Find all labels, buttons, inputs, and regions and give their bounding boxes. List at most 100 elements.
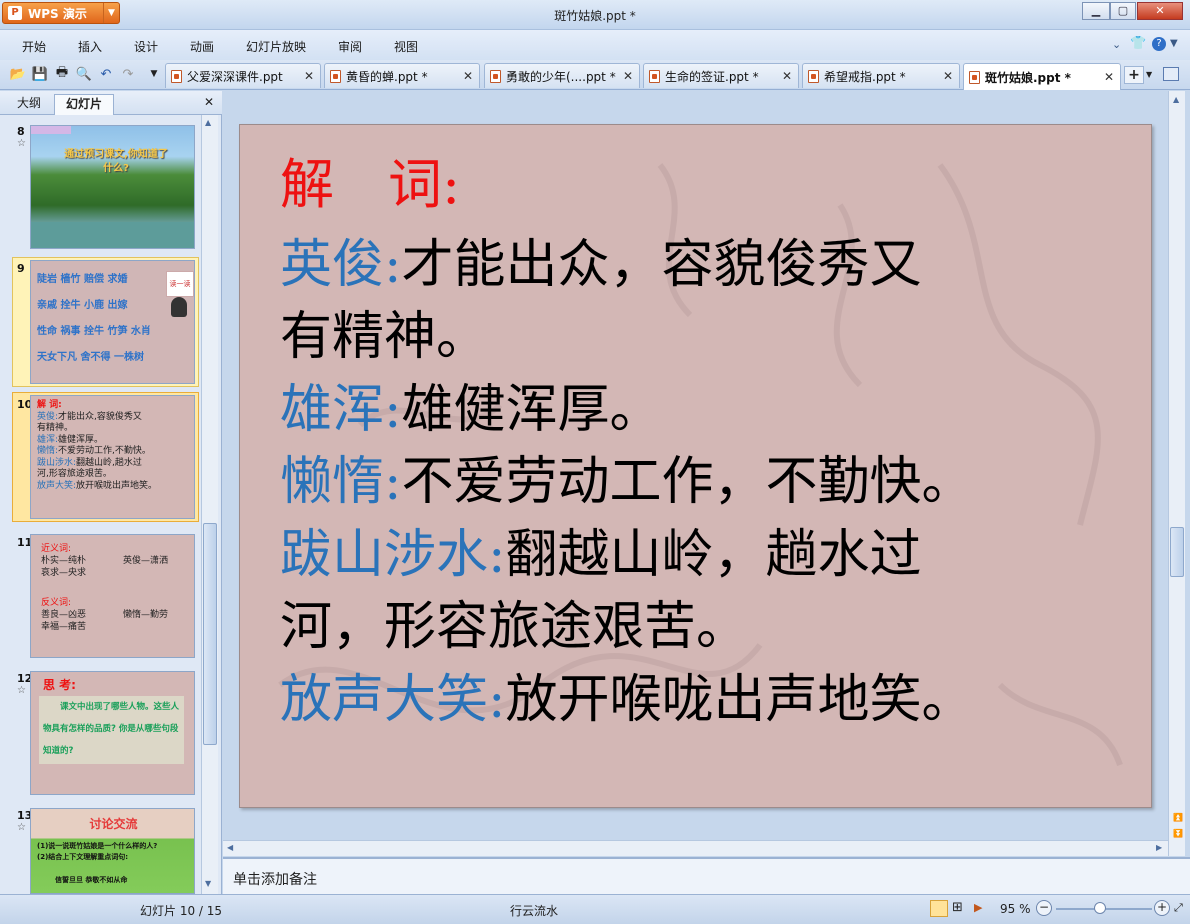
tab-doc-3[interactable]: 勇敢的少年(....ppt * ✕ — [484, 63, 640, 88]
next-slide-icon[interactable]: ⏬ — [1173, 829, 1183, 838]
slideshow-icon[interactable]: ▶ — [974, 900, 990, 916]
menu-insert[interactable]: 插入 — [78, 38, 102, 55]
ppt-file-icon — [171, 69, 182, 83]
scroll-left-icon[interactable]: ◀ — [227, 843, 233, 852]
notes-placeholder: 单击添加备注 — [233, 872, 317, 888]
close-tab-icon[interactable]: ✕ — [462, 69, 474, 83]
wps-menu-button[interactable]: P WPS 演示 ▼ — [2, 2, 120, 24]
zoom-in-icon[interactable]: + — [1154, 900, 1170, 916]
scroll-up-icon[interactable]: ▲ — [205, 118, 211, 127]
menu-home[interactable]: 开始 — [22, 38, 46, 55]
redo-icon[interactable]: ↷ — [120, 66, 136, 82]
slide-thumbnail-12[interactable]: 思 考: 课文中出现了哪些人物。这些人物具有怎样的品质? 你是从哪些句段知道的? — [30, 671, 195, 795]
panel-scrollbar[interactable]: ▲ ▼ — [201, 115, 218, 894]
thumb-line: 英俊:才能出众,容貌俊秀又 — [37, 411, 142, 422]
maximize-button[interactable]: ▢ — [1110, 2, 1136, 20]
prev-slide-icon[interactable]: ⏫ — [1173, 813, 1183, 822]
skin-icon[interactable]: 👕 — [1130, 36, 1146, 51]
menu-view[interactable]: 视图 — [394, 38, 418, 55]
panel-header: 大纲 幻灯片 ✕ — [0, 91, 222, 115]
chevron-down-icon[interactable]: ▼ — [103, 3, 119, 23]
menu-slideshow[interactable]: 幻灯片放映 — [246, 38, 306, 55]
chevron-down-icon[interactable]: ▼ — [1170, 38, 1178, 49]
slide-heading: 解 词: — [280, 153, 461, 216]
tab-label: 黄昏的蝉.ppt * — [346, 69, 428, 84]
slide-row: 懒惰:不爱劳动工作，不勤快。 — [280, 452, 974, 512]
close-panel-icon[interactable]: ✕ — [204, 95, 214, 109]
tab-doc-4[interactable]: 生命的签证.ppt * ✕ — [643, 63, 799, 88]
thumb-text: 课文中出现了哪些人物。这些人物具有怎样的品质? 你是从哪些句段知道的? — [39, 696, 184, 764]
close-button[interactable]: ✕ — [1137, 2, 1183, 20]
scroll-thumb[interactable] — [1170, 527, 1184, 577]
tab-doc-2[interactable]: 黄昏的蝉.ppt * ✕ — [324, 63, 480, 88]
thumb-line: 哀求—央求 — [41, 568, 87, 578]
window-title: 斑竹姑娘.ppt * — [554, 9, 636, 23]
definition: 不爱劳动工作，不勤快。 — [401, 452, 974, 512]
customize-toolbar-icon[interactable]: ▼ — [146, 66, 162, 82]
tab-doc-1[interactable]: 父爱深深课件.ppt ✕ — [165, 63, 321, 88]
close-tab-icon[interactable]: ✕ — [942, 69, 954, 83]
status-bar: 幻灯片 10 / 15 行云流水 ⊞ ▶ 95 % − + ⤢ — [0, 894, 1190, 924]
menu-design[interactable]: 设计 — [134, 38, 158, 55]
term: 懒惰: — [280, 452, 402, 512]
scroll-right-icon[interactable]: ▶ — [1156, 843, 1162, 852]
help-icon[interactable]: ? — [1152, 37, 1166, 51]
thumb-line: 幸福—痛苦 — [41, 622, 87, 632]
slide-thumbnail-9[interactable]: 陡岩 樯竹 赔偿 求婚 亲戚 拴牛 小鹿 出嫁 性命 祸事 拴牛 竹笋 水肖 天… — [30, 260, 195, 384]
scroll-thumb[interactable] — [203, 523, 217, 745]
fit-window-icon[interactable]: ⤢ — [1174, 901, 1183, 915]
save-icon[interactable]: 💾 — [32, 66, 48, 82]
minimize-button[interactable]: ▁ — [1082, 2, 1110, 20]
menu-animation[interactable]: 动画 — [190, 38, 214, 55]
zoom-slider-thumb[interactable] — [1094, 902, 1106, 914]
menu-review[interactable]: 审阅 — [338, 38, 362, 55]
thumb-number: 9 — [17, 262, 25, 275]
definition: 放开喉咙出声地笑。 — [505, 670, 974, 730]
thumb-line: 天女下凡 舍不得 一株树 — [37, 352, 144, 363]
thumb-line: 亲戚 拴牛 小鹿 出嫁 — [37, 300, 128, 311]
new-tab-button[interactable]: + — [1124, 66, 1144, 84]
print-icon[interactable]: 🖶 — [54, 65, 70, 82]
undo-icon[interactable]: ↶ — [98, 66, 114, 82]
definition: 才能出众，容貌俊秀又 — [401, 235, 922, 295]
scroll-down-icon[interactable]: ▼ — [205, 879, 211, 888]
slide-row: 雄浑:雄健浑厚。 — [280, 380, 662, 440]
close-tab-icon[interactable]: ✕ — [1103, 70, 1115, 84]
thumb-line: 懒惰:不爱劳动工作,不勤快。 — [37, 446, 151, 456]
slide-row: 有精神。 — [280, 307, 488, 367]
thumb-line: 有精神。 — [37, 423, 74, 433]
chevron-down-icon[interactable]: ▼ — [1146, 70, 1152, 79]
definition: 有精神。 — [280, 307, 489, 367]
tab-list-icon[interactable] — [1163, 67, 1179, 81]
close-tab-icon[interactable]: ✕ — [622, 69, 634, 83]
horizontal-scrollbar[interactable]: ◀ ▶ — [223, 840, 1168, 856]
tab-label: 斑竹姑娘.ppt * — [985, 70, 1071, 85]
slide-thumbnail-11[interactable]: 近义词: 朴实—纯朴 英俊—潇洒 哀求—央求 反义词: 善良—凶恶 懒惰—勤劳 … — [30, 534, 195, 658]
tab-label: 希望戒指.ppt * — [824, 69, 906, 84]
slide-sorter-icon[interactable]: ⊞ — [952, 900, 968, 916]
thumb-line: 信誓旦旦 恭敬不如从命 — [55, 876, 128, 884]
slide-thumbnail-10[interactable]: 解 词: 英俊:才能出众,容貌俊秀又 有精神。 雄浑:雄健浑厚。 懒惰:不爱劳动… — [30, 395, 195, 519]
print-preview-icon[interactable]: 🔍 — [76, 66, 92, 82]
close-tab-icon[interactable]: ✕ — [303, 69, 315, 83]
slide-thumbnail-13[interactable]: 讨论交流 (1)说一说斑竹姑娘是一个什么样的人? (2)结合上下文理解重点词句:… — [30, 808, 195, 894]
thumb-items: (1)说一说斑竹姑娘是一个什么样的人? (2)结合上下文理解重点词句: — [37, 841, 157, 863]
thumb-line: 英俊—潇洒 — [123, 556, 169, 566]
slide-row: 跋山涉水:翻越山岭，趟水过 — [280, 525, 922, 585]
collapse-ribbon-icon[interactable]: ⌄ — [1112, 38, 1121, 51]
normal-view-icon[interactable] — [930, 900, 948, 917]
tab-doc-5[interactable]: 希望戒指.ppt * ✕ — [802, 63, 960, 88]
slide-thumbnail-8[interactable]: 通过预习课文,你知道了什么? — [30, 125, 195, 249]
tab-doc-active[interactable]: 斑竹姑娘.ppt * ✕ — [963, 63, 1121, 90]
notes-pane[interactable]: 单击添加备注 — [223, 857, 1190, 894]
tab-outline[interactable]: 大纲 — [6, 94, 52, 115]
slide-row: 河，形容旅途艰苦。 — [280, 597, 748, 657]
scroll-up-icon[interactable]: ▲ — [1173, 95, 1179, 104]
close-tab-icon[interactable]: ✕ — [781, 69, 793, 83]
vertical-scrollbar[interactable]: ▲ ⏫ ⏬ — [1168, 91, 1185, 856]
app-brand: WPS 演示 — [28, 6, 87, 21]
zoom-out-icon[interactable]: − — [1036, 900, 1052, 916]
current-slide[interactable]: 解 词: 英俊:才能出众，容貌俊秀又 有精神。 雄浑:雄健浑厚。 懒惰:不爱劳动… — [239, 124, 1152, 808]
tab-slides[interactable]: 幻灯片 — [54, 94, 114, 115]
open-icon[interactable]: 📂 — [10, 66, 26, 82]
